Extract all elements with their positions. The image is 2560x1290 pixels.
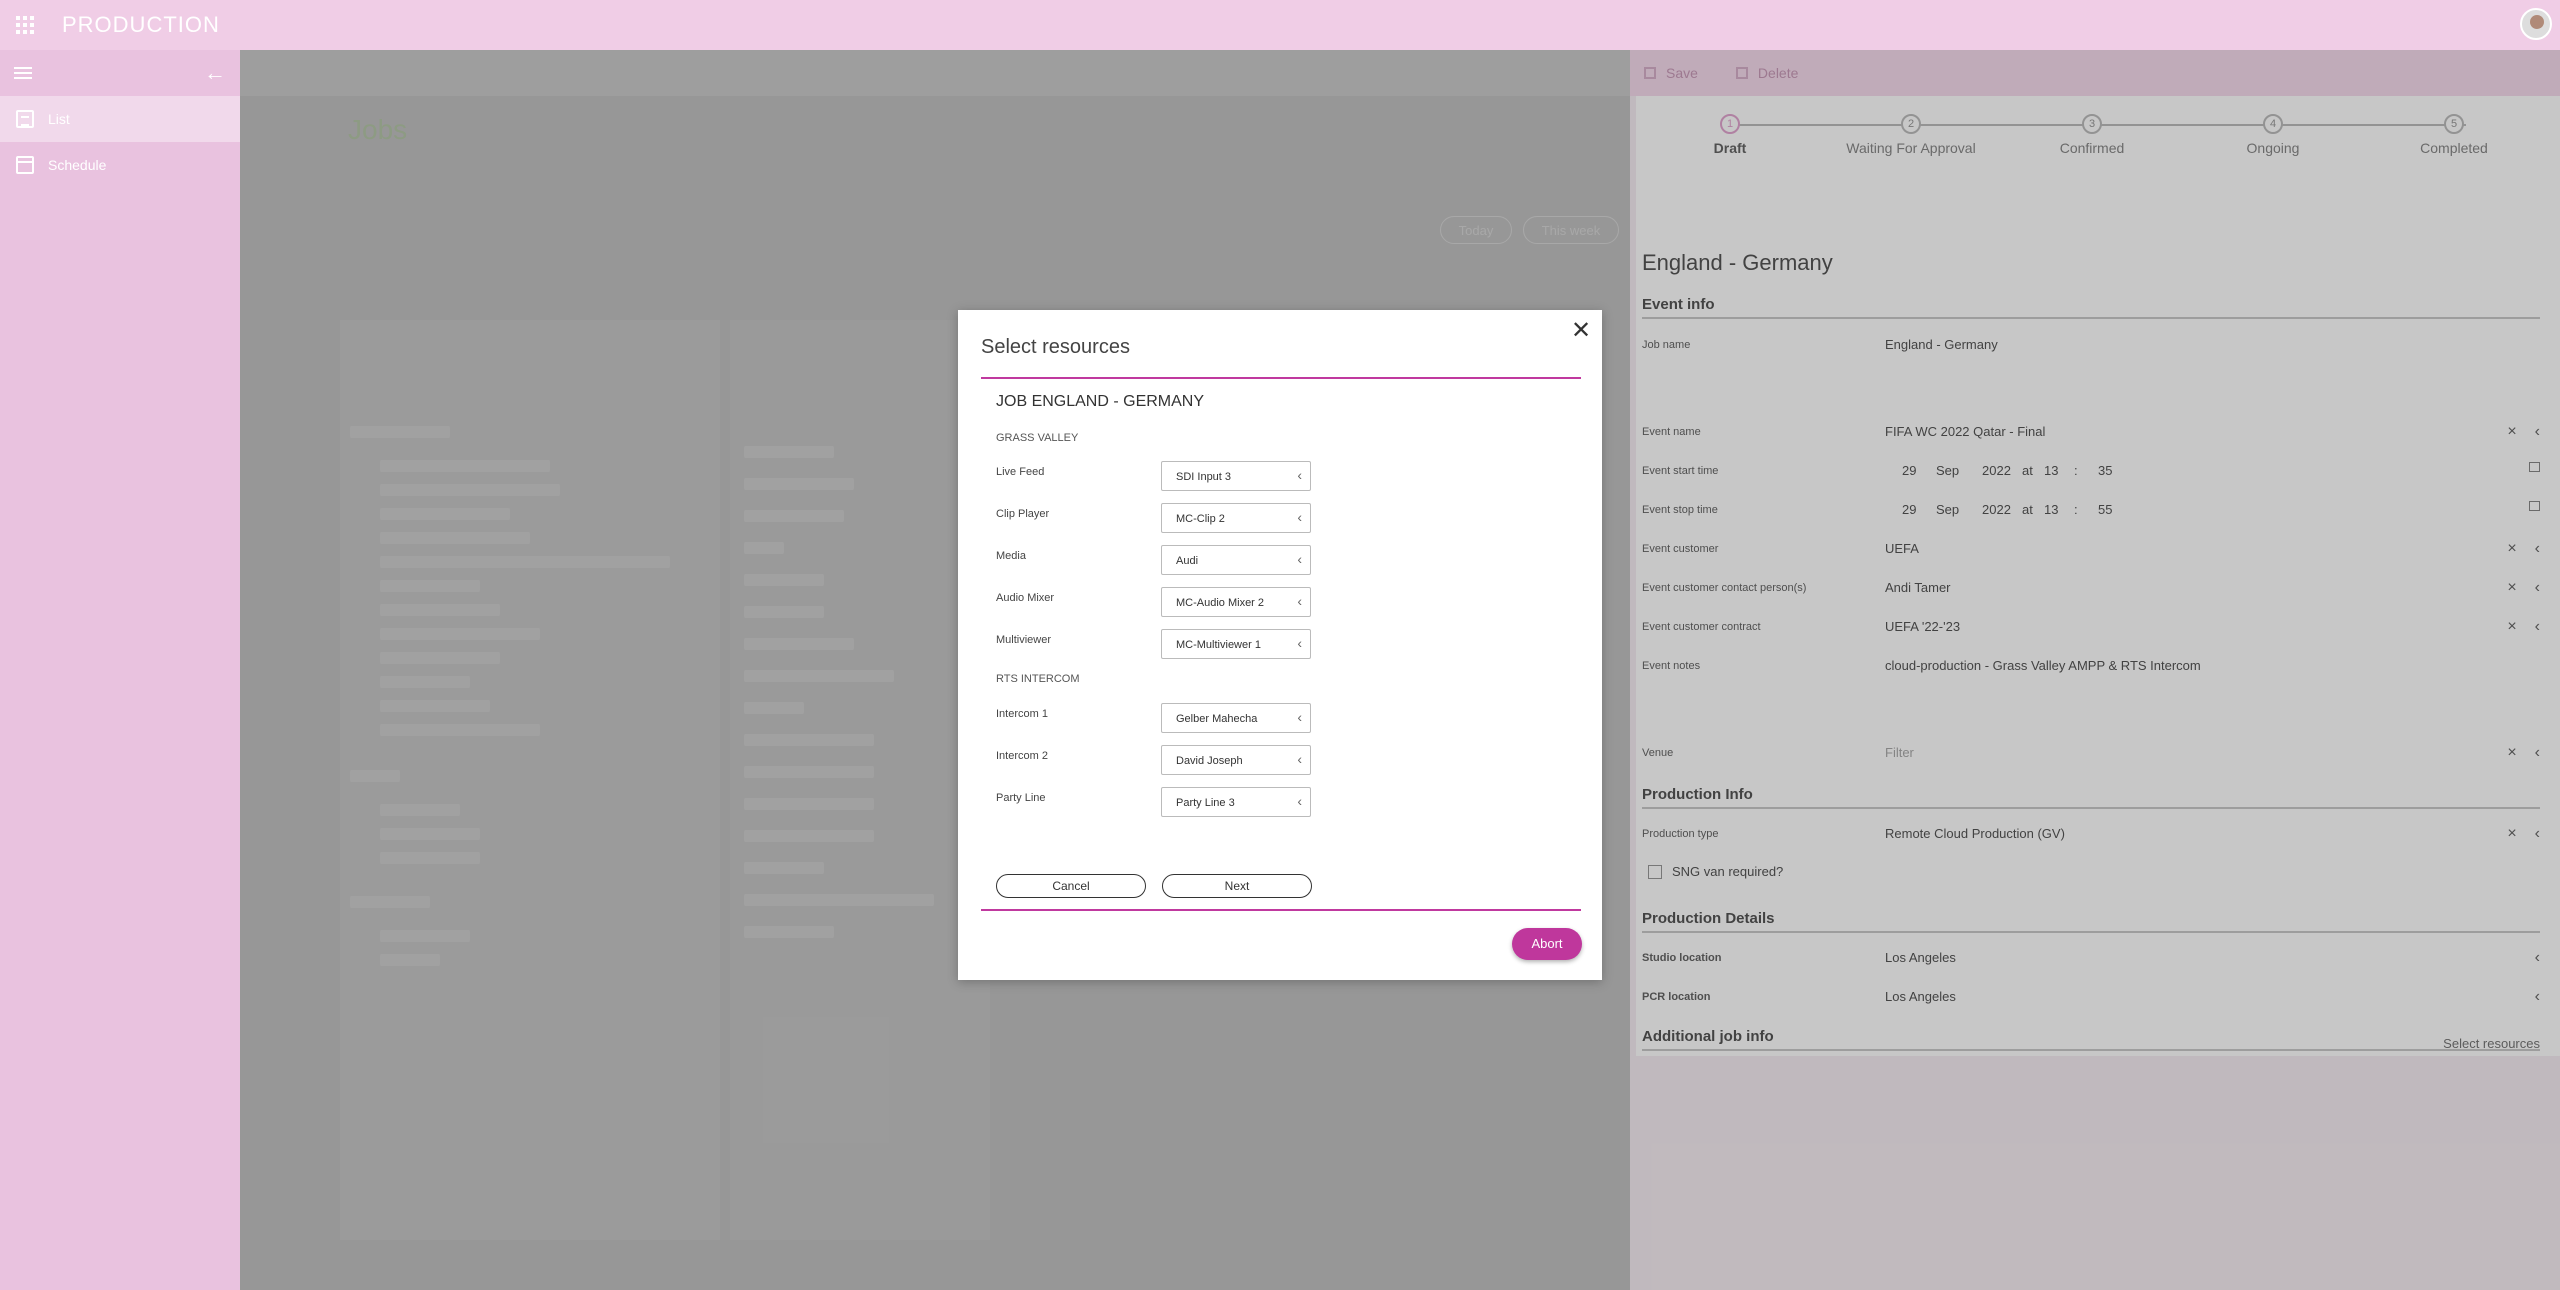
resource-label: Party Line (996, 792, 1046, 804)
intercom-1-select[interactable]: Gelber Mahecha ‹ (1161, 703, 1311, 733)
sidebar-item-label: Schedule (48, 157, 107, 173)
clipboard-list-icon (16, 110, 34, 128)
selected-value: MC-Multiviewer 1 (1176, 639, 1261, 651)
selected-value: Party Line 3 (1176, 797, 1235, 809)
close-icon[interactable]: ✕ (1566, 316, 1596, 346)
back-arrow-icon[interactable]: ← (204, 62, 226, 84)
clip-player-select[interactable]: MC-Clip 2 ‹ (1161, 503, 1311, 533)
resource-label: Intercom 2 (996, 750, 1048, 762)
media-select[interactable]: Audi ‹ (1161, 545, 1311, 575)
app-launcher-icon[interactable] (16, 16, 34, 34)
resource-row-intercom-1: Intercom 1 Gelber Mahecha ‹ (996, 703, 1356, 733)
chevron-left-icon: ‹ (1297, 551, 1302, 567)
group-heading-grass-valley: GRASS VALLEY (996, 432, 1079, 444)
resource-row-party-line: Party Line Party Line 3 ‹ (996, 787, 1356, 817)
resource-row-media: Media Audi ‹ (996, 545, 1356, 575)
intercom-2-select[interactable]: David Joseph ‹ (1161, 745, 1311, 775)
resource-label: Multiviewer (996, 634, 1052, 646)
abort-button[interactable]: Abort (1512, 928, 1582, 960)
chevron-left-icon: ‹ (1297, 509, 1302, 525)
selected-value: David Joseph (1176, 755, 1243, 767)
chevron-left-icon: ‹ (1297, 467, 1302, 483)
user-avatar[interactable] (2520, 8, 2552, 40)
resource-label: Intercom 1 (996, 708, 1048, 720)
selected-value: MC-Audio Mixer 2 (1176, 597, 1265, 609)
party-line-select[interactable]: Party Line 3 ‹ (1161, 787, 1311, 817)
app-title: PRODUCTION (62, 12, 220, 37)
sidebar-item-list[interactable]: List (0, 96, 240, 142)
chevron-left-icon: ‹ (1297, 593, 1302, 609)
sidebar-item-schedule[interactable]: Schedule (0, 142, 240, 188)
resource-row-audio-mixer: Audio Mixer MC-Audio Mixer 2 ‹ (996, 587, 1356, 617)
resource-row-clip-player: Clip Player MC-Clip 2 ‹ (996, 503, 1356, 533)
dialog-divider (981, 377, 1581, 379)
select-resources-dialog: Select resources ✕ JOB ENGLAND - GERMANY… (958, 310, 1602, 980)
chevron-left-icon: ‹ (1297, 635, 1302, 651)
audio-mixer-select[interactable]: MC-Audio Mixer 2 ‹ (1161, 587, 1311, 617)
sidebar: ← List Schedule (0, 50, 240, 1290)
resource-label: Clip Player (996, 508, 1050, 520)
resource-label: Audio Mixer (996, 592, 1055, 604)
job-heading: JOB ENGLAND - GERMANY (996, 393, 1205, 410)
dialog-title: Select resources (981, 336, 1130, 358)
resource-row-multiviewer: Multiviewer MC-Multiviewer 1 ‹ (996, 629, 1356, 659)
dialog-divider (981, 909, 1581, 911)
selected-value: Audi (1176, 555, 1199, 567)
group-heading-rts-intercom: RTS INTERCOM (996, 673, 1080, 685)
selected-value: MC-Clip 2 (1176, 513, 1225, 525)
resource-label: Media (996, 550, 1026, 562)
calendar-icon (16, 156, 34, 174)
selected-value: Gelber Mahecha (1176, 713, 1258, 725)
top-bar: PRODUCTION (0, 0, 2560, 50)
sidebar-item-label: List (48, 111, 70, 127)
resource-row-intercom-2: Intercom 2 David Joseph ‹ (996, 745, 1356, 775)
resource-row-live-feed: Live Feed SDI Input 3 ‹ (996, 461, 1356, 491)
chevron-left-icon: ‹ (1297, 751, 1302, 767)
next-button[interactable]: Next (1162, 874, 1312, 898)
live-feed-select[interactable]: SDI Input 3 ‹ (1161, 461, 1311, 491)
multiviewer-select[interactable]: MC-Multiviewer 1 ‹ (1161, 629, 1311, 659)
chevron-left-icon: ‹ (1297, 709, 1302, 725)
hamburger-menu-icon[interactable] (14, 64, 32, 82)
resource-label: Live Feed (996, 466, 1045, 478)
selected-value: SDI Input 3 (1176, 471, 1232, 483)
chevron-left-icon: ‹ (1297, 793, 1302, 809)
sidebar-header: ← (0, 50, 240, 96)
cancel-button[interactable]: Cancel (996, 874, 1146, 898)
